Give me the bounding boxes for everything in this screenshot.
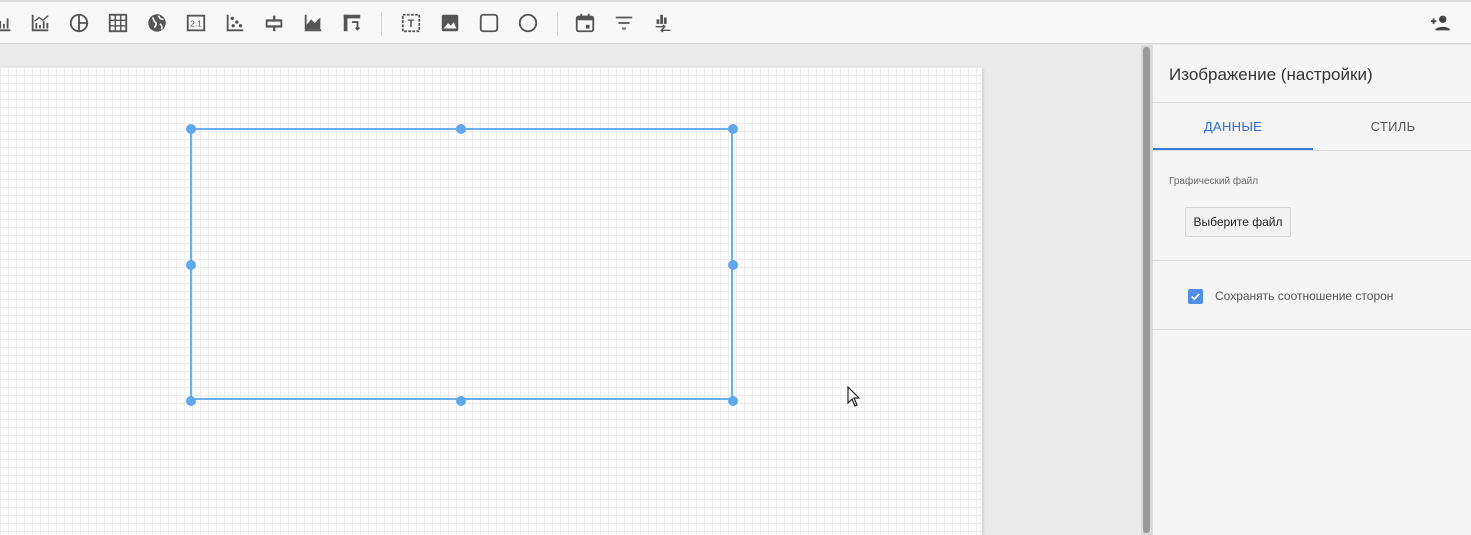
- tab-data[interactable]: ДАННЫЕ: [1153, 103, 1313, 150]
- scrollbar-thumb[interactable]: [1143, 47, 1150, 533]
- keep-aspect-ratio-label: Сохранять соотношение сторон: [1215, 289, 1394, 303]
- panel-title: Изображение (настройки): [1169, 65, 1373, 84]
- svg-text:T: T: [408, 18, 415, 30]
- bar-chart-icon[interactable]: [0, 10, 16, 36]
- resize-handle-bottom-center[interactable]: [456, 396, 466, 406]
- add-person-icon[interactable]: [1427, 10, 1453, 36]
- resize-handle-top-center[interactable]: [456, 124, 466, 134]
- divider: [1153, 260, 1471, 261]
- checkmark-icon: [1191, 293, 1200, 301]
- pie-chart-icon[interactable]: [66, 10, 92, 36]
- report-canvas[interactable]: [0, 45, 1141, 535]
- resize-handle-middle-right[interactable]: [728, 260, 738, 270]
- resize-handle-top-left[interactable]: [186, 124, 196, 134]
- resize-handle-middle-left[interactable]: [186, 260, 196, 270]
- circle-icon[interactable]: [515, 10, 541, 36]
- pivot-table-icon[interactable]: [339, 10, 365, 36]
- bullet-chart-icon[interactable]: [261, 10, 287, 36]
- toolbar: 2.1 T: [0, 0, 1471, 44]
- combo-chart-icon[interactable]: [27, 10, 53, 36]
- image-placeholder-selection[interactable]: [190, 128, 733, 400]
- data-control-icon[interactable]: [650, 10, 676, 36]
- canvas-scrollbar[interactable]: [1141, 45, 1152, 535]
- text-box-icon[interactable]: T: [398, 10, 424, 36]
- choose-file-button[interactable]: Выберите файл: [1185, 207, 1291, 237]
- tab-style[interactable]: СТИЛЬ: [1313, 103, 1471, 150]
- area-chart-icon[interactable]: [300, 10, 326, 36]
- table-icon[interactable]: [105, 10, 131, 36]
- resize-handle-bottom-left[interactable]: [186, 396, 196, 406]
- image-file-label: Графический файл: [1169, 176, 1259, 187]
- filter-control-icon[interactable]: [611, 10, 637, 36]
- image-icon[interactable]: [437, 10, 463, 36]
- geo-map-icon[interactable]: [144, 10, 170, 36]
- scatter-chart-icon[interactable]: [222, 10, 248, 36]
- toolbar-separator: [557, 12, 558, 36]
- divider: [1153, 329, 1471, 330]
- properties-panel: Изображение (настройки) ДАННЫЕ СТИЛЬ Гра…: [1152, 45, 1471, 535]
- keep-aspect-ratio-checkbox[interactable]: [1188, 289, 1203, 304]
- report-page[interactable]: [0, 67, 982, 535]
- mouse-cursor-icon: [847, 386, 861, 407]
- resize-handle-top-right[interactable]: [728, 124, 738, 134]
- scorecard-icon[interactable]: 2.1: [183, 10, 209, 36]
- divider: [1153, 150, 1471, 151]
- toolbar-separator: [381, 12, 382, 36]
- resize-handle-bottom-right[interactable]: [728, 396, 738, 406]
- rectangle-icon[interactable]: [476, 10, 502, 36]
- date-range-icon[interactable]: [572, 10, 598, 36]
- svg-text:2.1: 2.1: [190, 20, 202, 29]
